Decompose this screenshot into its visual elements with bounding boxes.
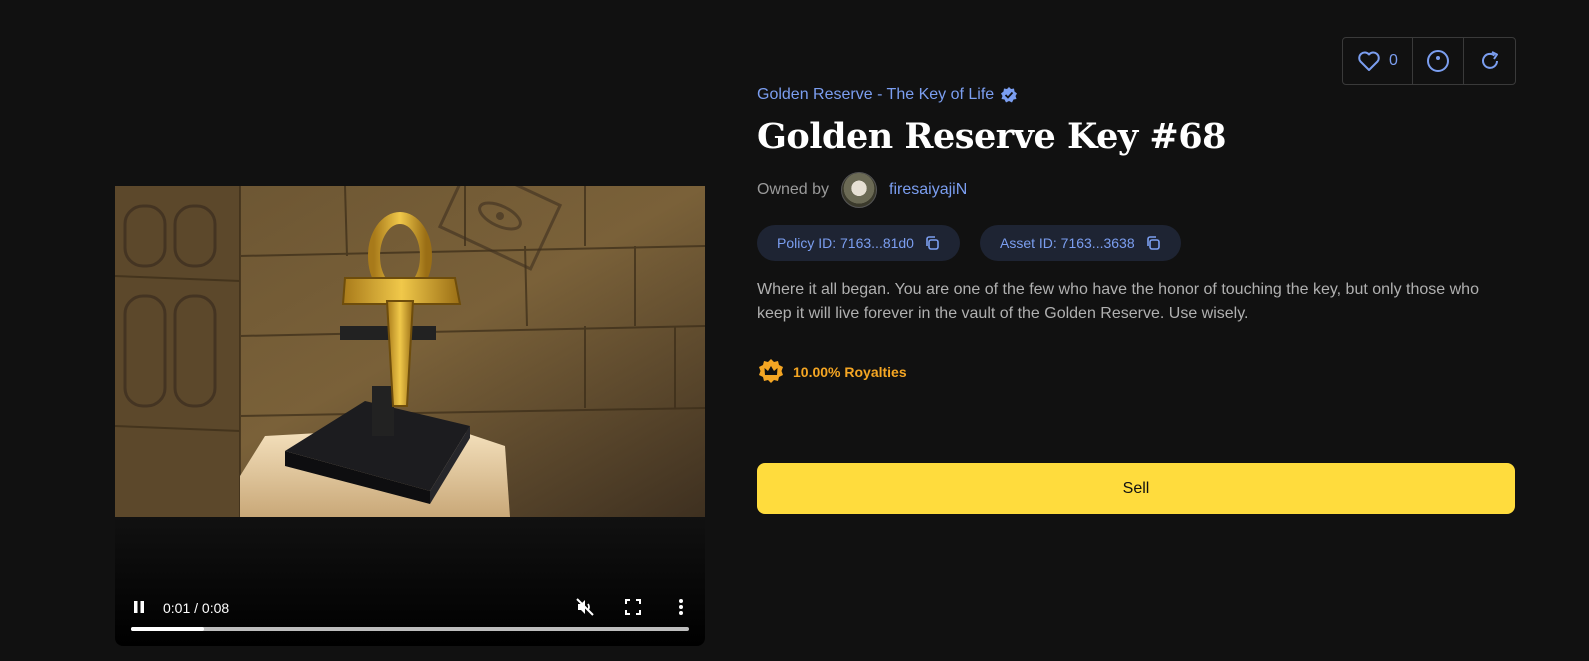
view-button[interactable] — [1413, 38, 1464, 84]
asset-title: Golden Reserve Key #68 — [757, 116, 1226, 157]
royalties-text: 10.00% Royalties — [793, 364, 907, 380]
owned-by-label: Owned by — [757, 181, 830, 198]
time-display: 0:01 / 0:08 — [163, 600, 230, 616]
muted-speaker-icon — [576, 598, 594, 616]
id-chips: Policy ID: 7163...81d0 Asset ID: 7163...… — [757, 225, 1181, 261]
owner-row: Owned by firesaiyajiN — [757, 172, 967, 208]
video-progress-fill — [131, 627, 204, 631]
asset-description: Where it all began. You are one of the f… — [757, 281, 1479, 322]
owner-avatar[interactable] — [841, 172, 878, 208]
owner-name-link[interactable]: firesaiyajiN — [889, 181, 967, 199]
heart-icon — [1358, 51, 1380, 71]
verified-badge-icon — [1001, 87, 1018, 103]
favorite-count: 0 — [1389, 52, 1398, 69]
refresh-button[interactable] — [1464, 38, 1515, 84]
more-options-button[interactable] — [669, 595, 693, 619]
pause-button[interactable] — [127, 595, 151, 619]
asset-id-chip[interactable]: Asset ID: 7163...3638 — [979, 225, 1181, 261]
circle-dot-icon — [1427, 50, 1449, 72]
refresh-icon — [1481, 51, 1498, 69]
video-controls: 0:01 / 0:08 — [115, 517, 705, 646]
copy-icon — [926, 236, 939, 250]
copy-icon — [1146, 236, 1160, 250]
crown-badge-icon — [759, 359, 783, 383]
ankh-scene-image — [115, 186, 705, 517]
sell-button[interactable]: Sell — [757, 463, 1515, 514]
policy-id-chip[interactable]: Policy ID: 7163...81d0 — [757, 225, 960, 261]
fullscreen-icon — [625, 599, 641, 615]
asset-actions: 0 — [1342, 37, 1516, 85]
more-vert-icon — [679, 599, 683, 615]
video-progress-bar[interactable] — [131, 627, 689, 631]
favorite-button[interactable]: 0 — [1343, 38, 1413, 84]
asset-id-text: Asset ID: 7163...3638 — [999, 235, 1135, 251]
fullscreen-button[interactable] — [621, 595, 645, 619]
unmute-button[interactable] — [573, 595, 597, 619]
royalties-badge: 10.00% Royalties — [757, 358, 907, 386]
collection-name: Golden Reserve - The Key of Life — [757, 86, 995, 103]
collection-link[interactable]: Golden Reserve - The Key of Life — [757, 86, 1018, 104]
pause-icon — [134, 601, 144, 613]
video-frame[interactable] — [115, 186, 705, 517]
video-player[interactable]: 0:01 / 0:08 — [115, 186, 705, 646]
policy-id-text: Policy ID: 7163...81d0 — [777, 235, 914, 251]
